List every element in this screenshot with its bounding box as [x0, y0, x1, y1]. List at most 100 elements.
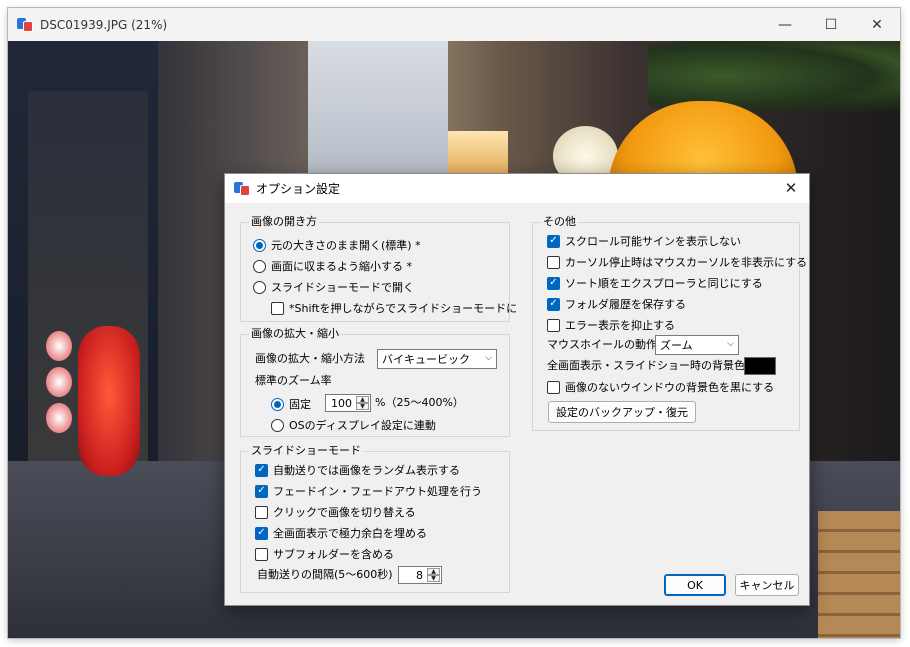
- radio-label: 元の大きさのまま開く(標準) *: [271, 239, 421, 252]
- standard-zoom-label: 標準のズーム率: [255, 374, 332, 387]
- interval-spinner[interactable]: 8 ▲ ▼: [398, 566, 442, 584]
- spinner-buttons[interactable]: ▲ ▼: [356, 396, 369, 410]
- fade-checkbox[interactable]: ✓ フェードイン・フェードアウト処理を行う: [255, 482, 482, 500]
- interval-value: 8: [416, 568, 423, 582]
- app-icon: [17, 17, 33, 32]
- zoom-group: 画像の拡大・縮小 画像の拡大・縮小方法 バイキュービック ⌵ 標準のズーム率 固…: [240, 327, 510, 437]
- open-slideshow-radio[interactable]: スライドショーモードで開く: [253, 278, 414, 296]
- radio-label: OSのディスプレイ設定に連動: [289, 419, 436, 432]
- zoom-method-value: バイキュービック: [382, 353, 470, 366]
- zoom-method-label: 画像の拡大・縮小方法: [255, 352, 365, 365]
- slideshow-group-label: スライドショーモード: [249, 444, 363, 458]
- checkbox-label: サブフォルダーを含める: [273, 548, 394, 561]
- checkbox-label: 全画面表示で極力余白を埋める: [273, 527, 427, 540]
- radio-indicator[interactable]: [253, 280, 266, 294]
- checkbox-label: 自動送りでは画像をランダム表示する: [273, 464, 460, 477]
- open-method-group: 画像の開き方 元の大きさのまま開く(標準) * 画面に収まるよう縮小する * ス…: [240, 215, 517, 322]
- radio-indicator[interactable]: [253, 238, 266, 252]
- radio-indicator[interactable]: [271, 418, 284, 432]
- zoom-percent-spinner[interactable]: 100 ▲ ▼: [325, 394, 371, 412]
- checkbox-label: ソート順をエクスプローラと同じにする: [565, 277, 763, 290]
- wheel-action-label: マウスホイールの動作: [547, 338, 657, 351]
- app-icon: [234, 181, 250, 196]
- photo-small-lantern: [46, 367, 72, 397]
- photo-sign: [448, 131, 508, 176]
- spin-up-icon[interactable]: ▲: [356, 396, 369, 403]
- checkbox-indicator[interactable]: [271, 301, 284, 315]
- zoom-fixed-radio[interactable]: 固定: [271, 395, 311, 413]
- suppress-errors-checkbox[interactable]: エラー表示を抑止する: [547, 316, 675, 334]
- other-group: その他 ✓ スクロール可能サインを表示しない カーソル停止時はマウスカーソルを非…: [532, 215, 807, 431]
- save-folder-history-checkbox[interactable]: ✓ フォルダ履歴を保存する: [547, 295, 686, 313]
- photo-red-lantern: [78, 326, 140, 476]
- checkbox-indicator[interactable]: ✓: [255, 526, 268, 540]
- radio-label: 画面に収まるよう縮小する *: [271, 260, 412, 273]
- viewer-title: DSC01939.JPG (21%): [40, 17, 168, 32]
- photo-crate: [818, 511, 900, 638]
- random-order-checkbox[interactable]: ✓ 自動送りでは画像をランダム表示する: [255, 461, 460, 479]
- checkbox-indicator[interactable]: ✓: [547, 297, 560, 311]
- checkbox-indicator[interactable]: ✓: [547, 276, 560, 290]
- radio-indicator[interactable]: [253, 259, 266, 273]
- checkbox-indicator[interactable]: ✓: [547, 234, 560, 248]
- include-subfolders-checkbox[interactable]: サブフォルダーを含める: [255, 545, 394, 563]
- radio-indicator[interactable]: [271, 397, 284, 411]
- wheel-action-select[interactable]: ズーム ⌵: [655, 335, 739, 355]
- hide-cursor-checkbox[interactable]: カーソル停止時はマウスカーソルを非表示にする: [547, 253, 807, 271]
- wheel-action-value: ズーム: [660, 339, 693, 352]
- cancel-button[interactable]: キャンセル: [735, 574, 799, 596]
- zoom-os-linked-radio[interactable]: OSのディスプレイ設定に連動: [271, 416, 436, 434]
- background-color-swatch[interactable]: [744, 357, 776, 375]
- ok-button[interactable]: OK: [664, 574, 726, 596]
- dialog-close-button[interactable]: ✕: [779, 177, 803, 199]
- open-fit-screen-radio[interactable]: 画面に収まるよう縮小する *: [253, 257, 412, 275]
- black-background-checkbox[interactable]: 画像のないウインドウの背景色を黒にする: [547, 378, 774, 396]
- checkbox-indicator[interactable]: [547, 318, 560, 332]
- checkbox-label: フォルダ履歴を保存する: [565, 298, 686, 311]
- shift-slideshow-checkbox[interactable]: *Shiftを押しながらでスライドショーモードに: [271, 299, 517, 317]
- viewer-titlebar[interactable]: DSC01939.JPG (21%) — ☐ ✕: [8, 8, 900, 41]
- checkbox-label: *Shiftを押しながらでスライドショーモードに: [289, 302, 518, 315]
- backup-restore-button[interactable]: 設定のバックアップ・復元: [548, 401, 696, 423]
- chevron-down-icon: ⌵: [485, 353, 492, 363]
- spin-down-icon[interactable]: ▼: [356, 403, 369, 410]
- checkbox-label: 画像のないウインドウの背景色を黒にする: [565, 381, 775, 394]
- checkbox-label: フェードイン・フェードアウト処理を行う: [273, 485, 482, 498]
- click-switch-checkbox[interactable]: クリックで画像を切り替える: [255, 503, 416, 521]
- open-method-group-label: 画像の開き方: [249, 215, 319, 229]
- checkbox-indicator[interactable]: ✓: [255, 484, 268, 498]
- dialog-titlebar[interactable]: オプション設定 ✕: [225, 174, 809, 203]
- checkbox-indicator[interactable]: [255, 547, 268, 561]
- spin-down-icon[interactable]: ▼: [427, 575, 440, 582]
- maximize-button[interactable]: ☐: [808, 8, 854, 41]
- background-color-label: 全画面表示・スライドショー時の背景色: [547, 359, 745, 372]
- spinner-buttons[interactable]: ▲ ▼: [427, 568, 440, 582]
- checkbox-label: エラー表示を抑止する: [565, 319, 675, 332]
- minimize-button[interactable]: —: [762, 8, 808, 41]
- explorer-sort-checkbox[interactable]: ✓ ソート順をエクスプローラと同じにする: [547, 274, 763, 292]
- slideshow-group: スライドショーモード ✓ 自動送りでは画像をランダム表示する ✓ フェードイン・…: [240, 444, 510, 593]
- dialog-title: オプション設定: [256, 182, 341, 196]
- checkbox-indicator[interactable]: [547, 380, 560, 394]
- checkbox-indicator[interactable]: [255, 505, 268, 519]
- checkbox-label: クリックで画像を切り替える: [273, 506, 416, 519]
- spin-up-icon[interactable]: ▲: [427, 568, 440, 575]
- other-group-label: その他: [541, 215, 578, 229]
- zoom-percent-value: 100: [331, 396, 352, 410]
- fill-margin-checkbox[interactable]: ✓ 全画面表示で極力余白を埋める: [255, 524, 427, 542]
- open-original-size-radio[interactable]: 元の大きさのまま開く(標準) *: [253, 236, 421, 254]
- window-close-button[interactable]: ✕: [854, 8, 900, 41]
- hide-scroll-sign-checkbox[interactable]: ✓ スクロール可能サインを表示しない: [547, 232, 741, 250]
- options-dialog: オプション設定 ✕ 画像の開き方 元の大きさのまま開く(標準) * 画面に収まる…: [224, 173, 810, 606]
- radio-label: スライドショーモードで開く: [271, 281, 414, 294]
- checkbox-indicator[interactable]: ✓: [255, 463, 268, 477]
- checkbox-label: スクロール可能サインを表示しない: [565, 235, 741, 248]
- chevron-down-icon: ⌵: [727, 339, 734, 349]
- zoom-method-select[interactable]: バイキュービック ⌵: [377, 349, 497, 369]
- radio-label: 固定: [289, 398, 311, 411]
- photo-foliage: [648, 41, 900, 111]
- checkbox-indicator[interactable]: [547, 255, 560, 269]
- photo-small-lantern: [46, 403, 72, 433]
- checkbox-label: カーソル停止時はマウスカーソルを非表示にする: [565, 256, 808, 269]
- interval-label: 自動送りの間隔(5～600秒): [257, 568, 393, 581]
